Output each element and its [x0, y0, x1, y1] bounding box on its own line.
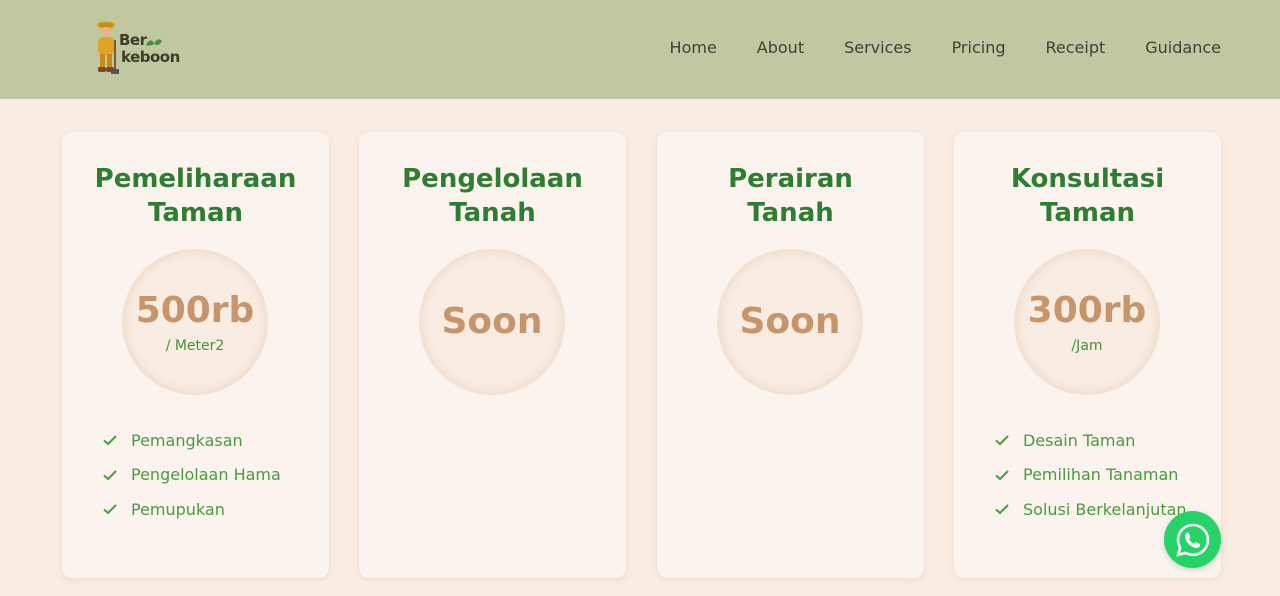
- feature-item: Pemangkasan: [102, 423, 281, 458]
- card-title: Konsultasi Taman: [1010, 164, 1165, 228]
- farmer-mascot-icon: [97, 21, 119, 74]
- price-unit: / Meter2: [165, 338, 225, 354]
- price-badge: 300rb /Jam: [1016, 251, 1158, 393]
- check-icon: [995, 435, 1009, 446]
- nav-services[interactable]: Services: [844, 37, 911, 59]
- price-unit: /Jam: [1071, 338, 1103, 354]
- brand-logo[interactable]: Ber keboon: [92, 20, 182, 78]
- nav-home[interactable]: Home: [670, 37, 717, 59]
- check-icon: [995, 504, 1009, 515]
- leaf-icon: [146, 39, 162, 46]
- card-title: Pengelolaan Tanah: [402, 164, 583, 228]
- pricing-card-pengelolaan-tanah: Pengelolaan Tanah Soon: [359, 132, 626, 578]
- feature-item: Pengelolaan Hama: [102, 458, 281, 493]
- pricing-card-konsultasi-taman: Konsultasi Taman 300rb /Jam Desain Taman…: [954, 132, 1221, 578]
- check-icon: [103, 470, 117, 481]
- whatsapp-icon: [1175, 523, 1209, 557]
- price-value: Soon: [739, 301, 841, 342]
- feature-item: Desain Taman: [994, 423, 1187, 458]
- price-badge: 500rb / Meter2: [124, 251, 266, 393]
- nav-receipt[interactable]: Receipt: [1046, 37, 1106, 59]
- feature-list: Desain Taman Pemilihan Tanaman Solusi Be…: [994, 423, 1187, 527]
- nav-menu: Home About Services Pricing Receipt Guid…: [670, 37, 1221, 59]
- feature-item: Solusi Berkelanjutan: [994, 492, 1187, 527]
- price-badge: Soon: [719, 251, 861, 393]
- check-icon: [103, 435, 117, 446]
- card-title: Pemeliharaan Taman: [94, 164, 297, 228]
- price-value: Soon: [441, 301, 543, 342]
- nav-guidance[interactable]: Guidance: [1145, 37, 1221, 59]
- nav-pricing[interactable]: Pricing: [952, 37, 1006, 59]
- price-value: 300rb: [1027, 290, 1147, 331]
- price-value: 500rb: [135, 290, 255, 331]
- feature-list: Pemangkasan Pengelolaan Hama Pemupukan: [102, 423, 281, 527]
- price-badge: Soon: [421, 251, 563, 393]
- check-icon: [103, 504, 117, 515]
- pricing-card-pemeliharaan-taman: Pemeliharaan Taman 500rb / Meter2 Pemang…: [62, 132, 329, 578]
- feature-item: Pemupukan: [102, 492, 281, 527]
- check-icon: [995, 470, 1009, 481]
- nav-about[interactable]: About: [757, 37, 804, 59]
- navbar: Ber keboon Home About Services Pricing R…: [0, 0, 1280, 99]
- card-title: Perairan Tanah: [728, 164, 853, 228]
- whatsapp-chat-button[interactable]: [1164, 511, 1221, 568]
- pricing-card-perairan-tanah: Perairan Tanah Soon: [657, 132, 924, 578]
- feature-item: Pemilihan Tanaman: [994, 458, 1187, 493]
